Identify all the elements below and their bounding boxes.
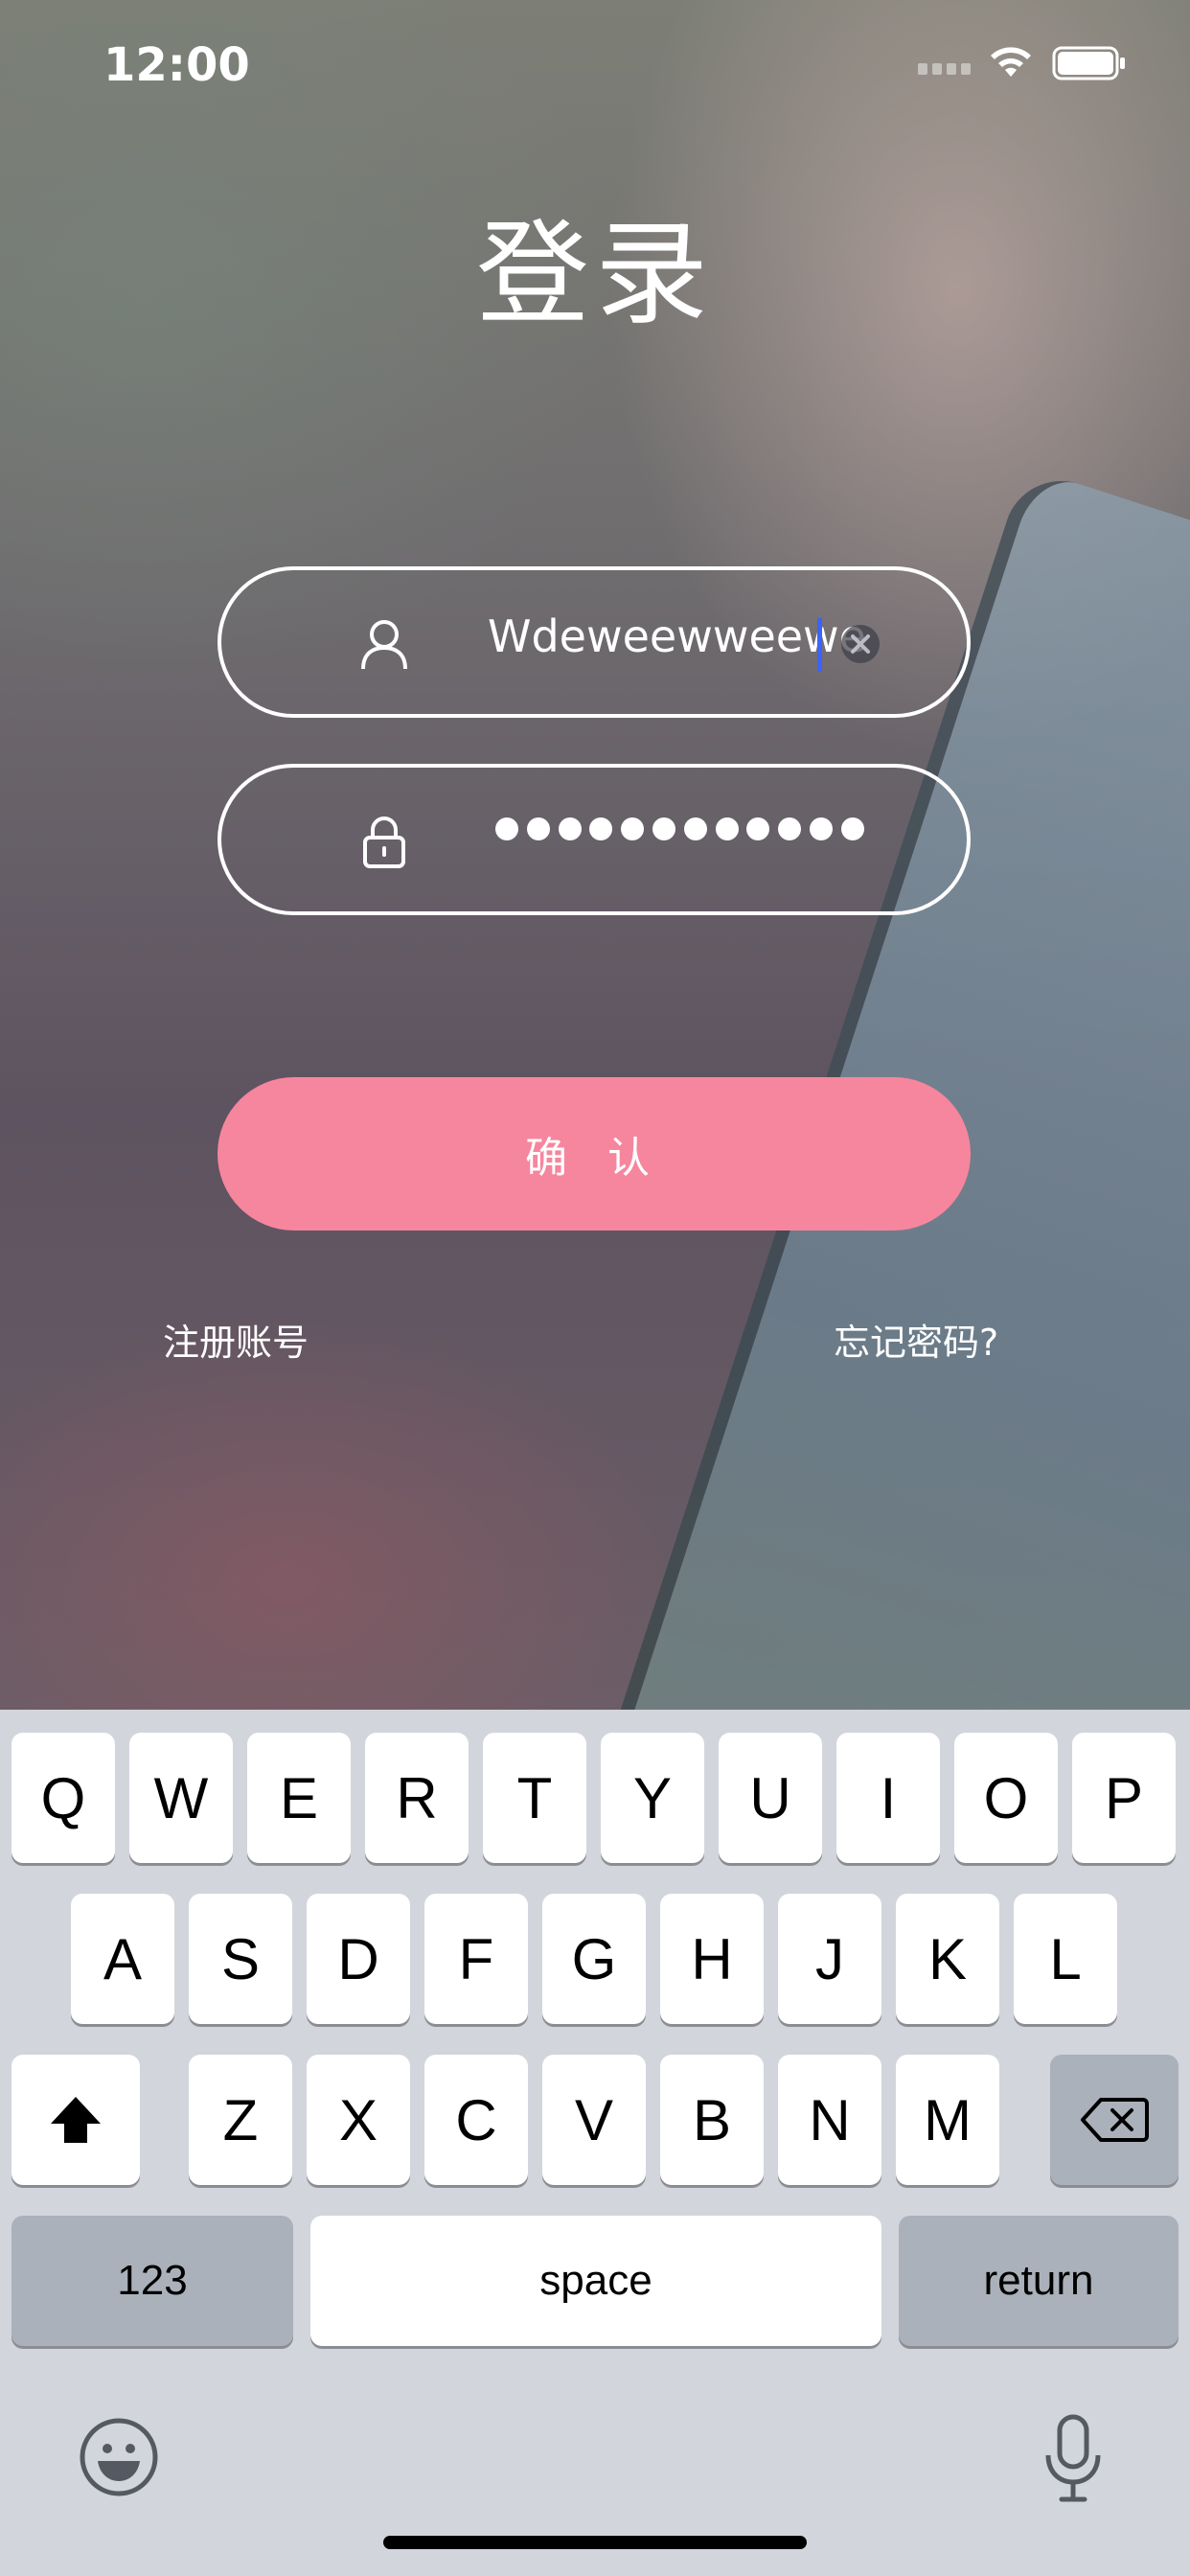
shift-key[interactable]: [11, 2055, 140, 2185]
confirm-button[interactable]: 确 认: [217, 1077, 971, 1230]
microphone-icon[interactable]: [1042, 2413, 1104, 2505]
key-x[interactable]: X: [307, 2055, 410, 2185]
key-j[interactable]: J: [778, 1894, 881, 2024]
username-input[interactable]: Wdeweewweewe: [488, 610, 866, 662]
space-key[interactable]: space: [310, 2216, 881, 2346]
key-u[interactable]: U: [719, 1733, 822, 1863]
username-field[interactable]: Wdeweewweewe: [217, 566, 971, 718]
backspace-icon: [1081, 2098, 1149, 2142]
key-z[interactable]: Z: [189, 2055, 292, 2185]
key-e[interactable]: E: [247, 1733, 351, 1863]
clear-icon[interactable]: [839, 623, 881, 665]
shift-icon: [51, 2097, 101, 2143]
text-caret: [817, 618, 822, 672]
key-p[interactable]: P: [1072, 1733, 1176, 1863]
battery-icon: [1052, 46, 1125, 80]
numbers-key[interactable]: 123: [11, 2216, 293, 2346]
key-n[interactable]: N: [778, 2055, 881, 2185]
key-c[interactable]: C: [424, 2055, 528, 2185]
signal-icon: [918, 63, 972, 75]
key-o[interactable]: O: [954, 1733, 1058, 1863]
password-input[interactable]: [495, 817, 864, 840]
key-s[interactable]: S: [189, 1894, 292, 2024]
key-m[interactable]: M: [896, 2055, 999, 2185]
key-v[interactable]: V: [542, 2055, 646, 2185]
return-key[interactable]: return: [899, 2216, 1179, 2346]
key-f[interactable]: F: [424, 1894, 528, 2024]
wifi-icon: [991, 47, 1031, 77]
key-i[interactable]: I: [836, 1733, 940, 1863]
delete-key[interactable]: [1050, 2055, 1179, 2185]
key-a[interactable]: A: [71, 1894, 174, 2024]
register-link[interactable]: 注册账号: [163, 1313, 309, 1366]
status-time: 12:00: [103, 38, 250, 92]
key-k[interactable]: K: [896, 1894, 999, 2024]
password-field[interactable]: [217, 764, 971, 915]
key-g[interactable]: G: [542, 1894, 646, 2024]
key-y[interactable]: Y: [601, 1733, 704, 1863]
key-t[interactable]: T: [483, 1733, 586, 1863]
page-title: 登录: [475, 208, 714, 340]
lock-icon: [363, 816, 405, 868]
key-w[interactable]: W: [129, 1733, 233, 1863]
key-q[interactable]: Q: [11, 1733, 115, 1863]
home-indicator: [383, 2536, 807, 2549]
user-icon: [361, 620, 407, 670]
key-r[interactable]: R: [365, 1733, 469, 1863]
emoji-icon[interactable]: [79, 2417, 159, 2497]
keyboard: Q W E R T Y U I O P A S D F G H J K L Z …: [0, 1710, 1190, 2576]
key-d[interactable]: D: [307, 1894, 410, 2024]
forgot-password-link[interactable]: 忘记密码?: [834, 1313, 998, 1366]
key-l[interactable]: L: [1014, 1894, 1117, 2024]
status-bar: 12:00: [0, 0, 1190, 134]
key-h[interactable]: H: [660, 1894, 764, 2024]
key-b[interactable]: B: [660, 2055, 764, 2185]
